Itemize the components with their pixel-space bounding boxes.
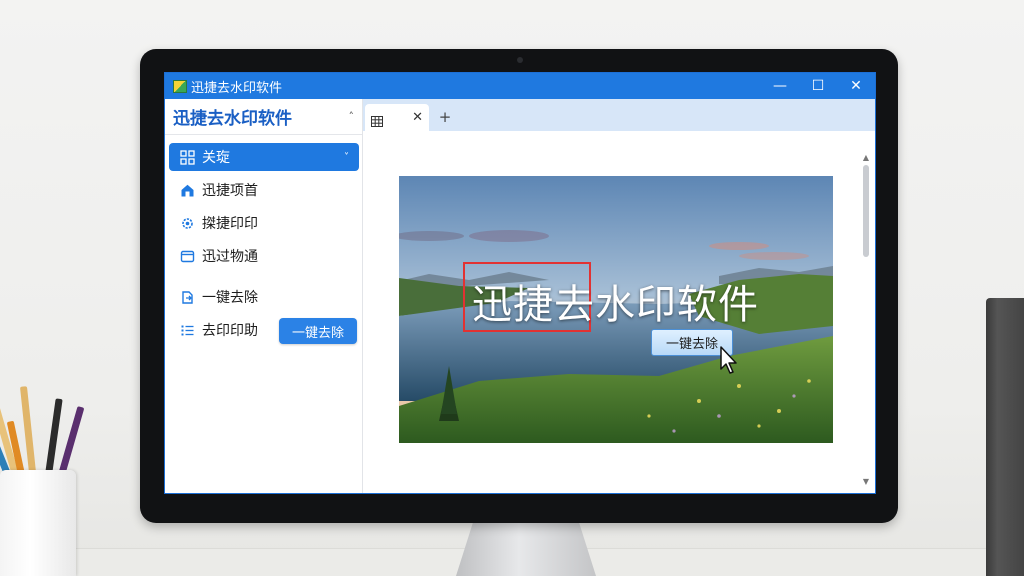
grid-icon [179, 149, 195, 165]
table-icon [371, 112, 383, 127]
window-icon [179, 248, 195, 264]
maximize-button[interactable]: ☐ [799, 73, 837, 99]
sidebar-item-remove[interactable]: 一键去除 [169, 283, 359, 311]
tab-document[interactable]: ✕ [365, 104, 429, 131]
title-bar: 迅捷去水印软件 — ☐ ✕ [165, 73, 875, 99]
export-icon [179, 289, 195, 305]
sidebar-title: 迅捷去水印软件 [173, 109, 292, 129]
add-tab-button[interactable]: + [435, 107, 455, 127]
close-tab-icon[interactable]: ✕ [412, 110, 423, 125]
monitor-stand [456, 523, 596, 576]
home-icon [179, 182, 195, 198]
tab-bar: ✕ + [363, 99, 875, 131]
sidebar-item-label: 迅过物通 [202, 249, 258, 265]
sidebar-header[interactable]: 迅捷去水印软件 ˄ [165, 99, 362, 135]
one-click-remove-button[interactable]: 一键去除 [279, 318, 357, 344]
list-icon [179, 322, 195, 338]
app-window: 迅捷去水印软件 — ☐ ✕ 迅捷去水印软件 ˄ 关琁 ˅ 迅捷项首 搩捷印印 迅… [164, 72, 876, 494]
preview-image[interactable]: 迅捷去水印软件 一键去除 [399, 176, 833, 443]
sidebar-item-label: 关琁 [202, 150, 230, 166]
mouse-cursor-icon [720, 346, 737, 374]
webcam [517, 57, 523, 63]
sidebar-item-project[interactable]: 迅捷项首 [169, 176, 359, 204]
sidebar-item-label: 一键去除 [202, 290, 258, 306]
sidebar: 迅捷去水印软件 ˄ 关琁 ˅ 迅捷项首 搩捷印印 迅过物通 一键去除 去印印助 … [165, 99, 363, 493]
scroll-down-icon[interactable]: ▼ [861, 477, 871, 487]
scrollbar-thumb[interactable] [863, 165, 869, 257]
sidebar-item-label: 搩捷印印 [202, 216, 258, 232]
app-logo-icon [173, 79, 187, 93]
sidebar-item-home-category[interactable]: 关琁 ˅ [169, 143, 359, 171]
close-button[interactable]: ✕ [837, 73, 875, 99]
speaker [986, 298, 1024, 576]
sidebar-item-settings[interactable]: 搩捷印印 [169, 209, 359, 237]
preview-area: ▲ ▼ 迅捷去水印软件 一键去除 [363, 131, 875, 493]
sidebar-item-label: 去印印助 [202, 323, 258, 339]
chevron-up-icon[interactable]: ˄ [349, 110, 355, 123]
gear-icon [179, 215, 195, 231]
window-title: 迅捷去水印软件 [191, 80, 283, 96]
sidebar-item-label: 迅捷项首 [202, 183, 258, 199]
scroll-up-icon[interactable]: ▲ [861, 153, 871, 163]
vertical-scrollbar[interactable]: ▲ ▼ [861, 153, 871, 487]
window-controls: — ☐ ✕ [761, 73, 875, 99]
sidebar-item-window[interactable]: 迅过物通 [169, 242, 359, 270]
minimize-button[interactable]: — [761, 73, 799, 99]
chevron-down-icon: ˅ [344, 151, 349, 163]
watermark-text: 迅捷去水印软件 [472, 282, 759, 328]
